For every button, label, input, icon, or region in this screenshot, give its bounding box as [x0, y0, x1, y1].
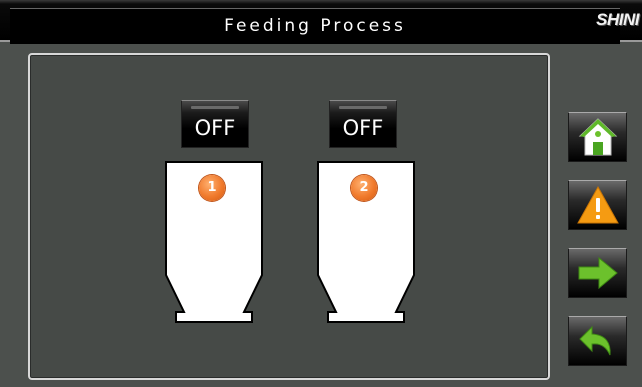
next-page-button[interactable] — [568, 248, 627, 298]
warning-icon — [576, 185, 619, 224]
hopper-2-switch-label: OFF — [342, 116, 384, 140]
feeding-panel: OFF 1 OFF 2 — [28, 53, 550, 380]
back-arrow-icon — [578, 325, 611, 356]
back-button[interactable] — [568, 316, 627, 366]
page-title: Feeding Process — [10, 8, 620, 44]
hopper-1-switch-label: OFF — [194, 116, 236, 140]
hopper-2-switch[interactable]: OFF — [329, 100, 397, 148]
alarm-button[interactable] — [568, 180, 627, 230]
title-bar: Feeding Process SHINI — [0, 0, 642, 44]
hopper-1-number-badge: 1 — [199, 175, 225, 201]
hopper-1-switch[interactable]: OFF — [181, 100, 249, 148]
switch-indicator-bar — [191, 106, 239, 109]
brand-logo: SHINI — [596, 10, 639, 29]
hopper-2-number-badge: 2 — [351, 175, 377, 201]
home-button[interactable] — [568, 112, 627, 162]
next-arrow-icon — [578, 256, 618, 290]
switch-indicator-bar — [339, 106, 387, 109]
home-icon — [578, 118, 617, 156]
